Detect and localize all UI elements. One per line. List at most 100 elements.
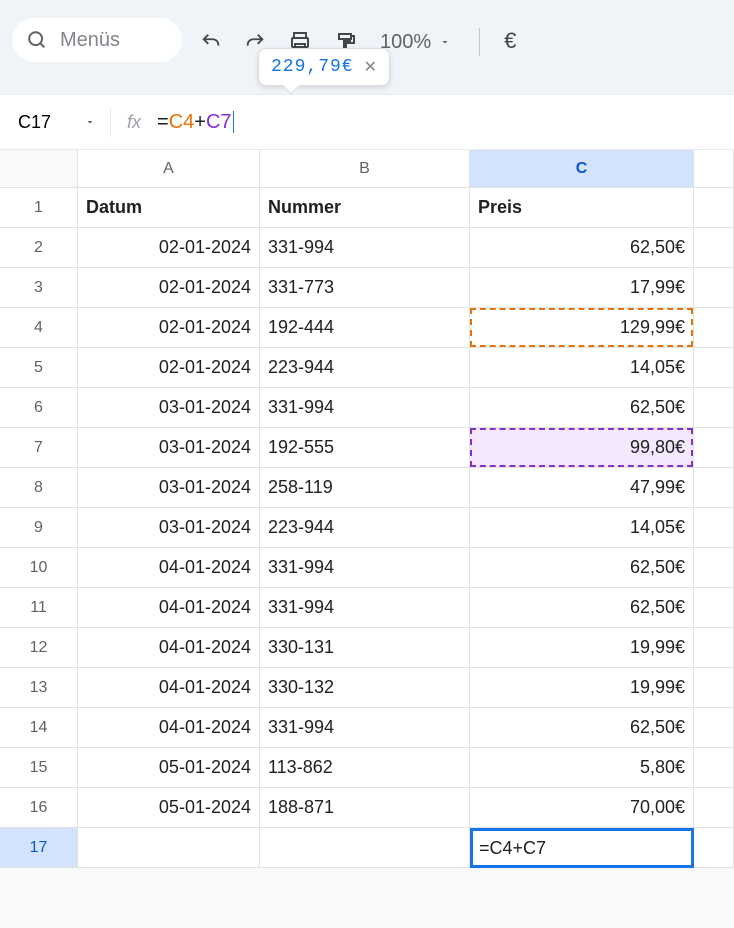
cell-A5[interactable]: 02-01-2024 (78, 348, 260, 388)
cell-A12[interactable]: 04-01-2024 (78, 628, 260, 668)
cell-A16[interactable]: 05-01-2024 (78, 788, 260, 828)
close-icon[interactable]: ✕ (364, 57, 377, 77)
cell[interactable] (694, 588, 734, 628)
cell-B10[interactable]: 331-994 (260, 548, 470, 588)
cell-C8[interactable]: 47,99€ (470, 468, 694, 508)
row-header[interactable]: 16 (0, 788, 78, 828)
cell-B6[interactable]: 331-994 (260, 388, 470, 428)
cell-B15[interactable]: 113-862 (260, 748, 470, 788)
cell-C2[interactable]: 62,50€ (470, 228, 694, 268)
cell-B17[interactable] (260, 828, 470, 868)
cell-C1[interactable]: Preis (470, 188, 694, 228)
row-header[interactable]: 13 (0, 668, 78, 708)
cell-C6[interactable]: 62,50€ (470, 388, 694, 428)
name-box[interactable]: C17 (0, 112, 110, 133)
cell[interactable] (694, 308, 734, 348)
cell-A11[interactable]: 04-01-2024 (78, 588, 260, 628)
row-header[interactable]: 11 (0, 588, 78, 628)
row-header[interactable]: 8 (0, 468, 78, 508)
row-header[interactable]: 15 (0, 748, 78, 788)
cell-B11[interactable]: 331-994 (260, 588, 470, 628)
cell-B7[interactable]: 192-555 (260, 428, 470, 468)
cell-A3[interactable]: 02-01-2024 (78, 268, 260, 308)
row-header[interactable]: 6 (0, 388, 78, 428)
cell-C15[interactable]: 5,80€ (470, 748, 694, 788)
cell-B13[interactable]: 330-132 (260, 668, 470, 708)
cell-B4[interactable]: 192-444 (260, 308, 470, 348)
cell-B5[interactable]: 223-944 (260, 348, 470, 388)
cell-A17[interactable] (78, 828, 260, 868)
cell-A4[interactable]: 02-01-2024 (78, 308, 260, 348)
cell-B1[interactable]: Nummer (260, 188, 470, 228)
cell-A2[interactable]: 02-01-2024 (78, 228, 260, 268)
cell[interactable] (694, 708, 734, 748)
cell-B2[interactable]: 331-994 (260, 228, 470, 268)
row-header[interactable]: 7 (0, 428, 78, 468)
cell[interactable] (694, 188, 734, 228)
cell-A7[interactable]: 03-01-2024 (78, 428, 260, 468)
cell-B12[interactable]: 330-131 (260, 628, 470, 668)
cell-B16[interactable]: 188-871 (260, 788, 470, 828)
cell-A14[interactable]: 04-01-2024 (78, 708, 260, 748)
active-cell-ref: C17 (18, 112, 51, 133)
cell-C5[interactable]: 14,05€ (470, 348, 694, 388)
cell-C16[interactable]: 70,00€ (470, 788, 694, 828)
row-header[interactable]: 9 (0, 508, 78, 548)
toolbar-divider (479, 28, 480, 56)
column-header-C[interactable]: C (470, 150, 694, 188)
row-header[interactable]: 17 (0, 828, 78, 868)
cell-A1[interactable]: Datum (78, 188, 260, 228)
zoom-dropdown[interactable]: 100% (380, 31, 451, 54)
cell-A8[interactable]: 03-01-2024 (78, 468, 260, 508)
row-header[interactable]: 5 (0, 348, 78, 388)
row-header[interactable]: 3 (0, 268, 78, 308)
cell-C14[interactable]: 62,50€ (470, 708, 694, 748)
spreadsheet-grid: A B C 1 Datum Nummer Preis 2 02-01-2024 … (0, 150, 734, 868)
row-header[interactable]: 4 (0, 308, 78, 348)
cell[interactable] (694, 468, 734, 508)
cell-C17-active[interactable]: = C4 + C7 (470, 828, 694, 868)
cell-A13[interactable]: 04-01-2024 (78, 668, 260, 708)
cell[interactable] (694, 628, 734, 668)
cell-C7[interactable]: 99,80€ (470, 428, 694, 468)
row-header[interactable]: 14 (0, 708, 78, 748)
cell-A15[interactable]: 05-01-2024 (78, 748, 260, 788)
row-header[interactable]: 10 (0, 548, 78, 588)
row-header[interactable]: 2 (0, 228, 78, 268)
cell-A6[interactable]: 03-01-2024 (78, 388, 260, 428)
formula-input[interactable]: = C4 + C7 (157, 111, 234, 134)
cell[interactable] (694, 348, 734, 388)
cell-A10[interactable]: 04-01-2024 (78, 548, 260, 588)
column-header-A[interactable]: A (78, 150, 260, 188)
cell-B8[interactable]: 258-119 (260, 468, 470, 508)
cell-B3[interactable]: 331-773 (260, 268, 470, 308)
row-header[interactable]: 12 (0, 628, 78, 668)
cell[interactable] (694, 788, 734, 828)
cell[interactable] (694, 668, 734, 708)
cell-C9[interactable]: 14,05€ (470, 508, 694, 548)
cell-C4[interactable]: 129,99€ (470, 308, 694, 348)
cell[interactable] (694, 748, 734, 788)
cell-B14[interactable]: 331-994 (260, 708, 470, 748)
cell-C11[interactable]: 62,50€ (470, 588, 694, 628)
cell-B9[interactable]: 223-944 (260, 508, 470, 548)
cell[interactable] (694, 508, 734, 548)
cell-C3[interactable]: 17,99€ (470, 268, 694, 308)
row-header[interactable]: 1 (0, 188, 78, 228)
menu-search-pill[interactable]: Menüs (12, 18, 182, 62)
column-header-B[interactable]: B (260, 150, 470, 188)
currency-format-button[interactable]: € (504, 18, 516, 54)
cell-C10[interactable]: 62,50€ (470, 548, 694, 588)
select-all-corner[interactable] (0, 150, 78, 188)
undo-icon[interactable] (200, 31, 222, 53)
cell[interactable] (694, 228, 734, 268)
cell[interactable] (694, 388, 734, 428)
column-header-next[interactable] (694, 150, 734, 188)
cell-C12[interactable]: 19,99€ (470, 628, 694, 668)
cell[interactable] (694, 268, 734, 308)
cell[interactable] (694, 428, 734, 468)
cell[interactable] (694, 828, 734, 868)
cell-A9[interactable]: 03-01-2024 (78, 508, 260, 548)
cell[interactable] (694, 548, 734, 588)
cell-C13[interactable]: 19,99€ (470, 668, 694, 708)
